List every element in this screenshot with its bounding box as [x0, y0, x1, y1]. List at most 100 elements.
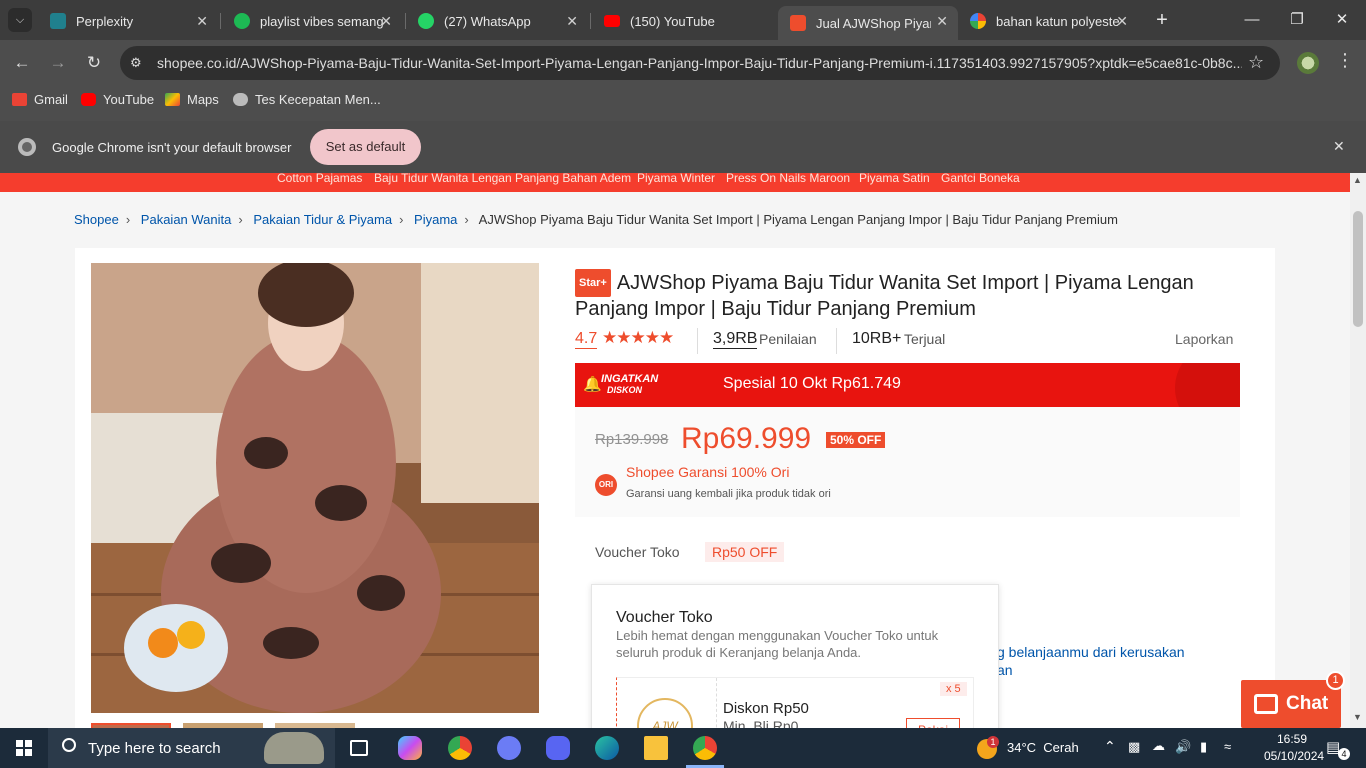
clock-time[interactable]: 16:59 — [1277, 732, 1307, 746]
app-icon[interactable] — [497, 736, 521, 760]
close-icon[interactable]: ✕ — [196, 13, 208, 30]
voucher-popover-title: Voucher Toko — [616, 609, 713, 626]
bookmark-youtube[interactable]: YouTube — [81, 92, 154, 107]
menu-icon[interactable]: ⋮ — [1336, 50, 1354, 71]
scroll-down-icon[interactable]: ▼ — [1353, 712, 1362, 722]
tab-title: Perplexity — [76, 13, 134, 29]
flash-sale-text: Spesial 10 Okt Rp61.749 — [723, 375, 901, 392]
chrome-taskbar-icon[interactable] — [448, 736, 472, 760]
scroll-up-icon[interactable]: ▲ — [1353, 175, 1362, 185]
close-icon[interactable]: ✕ — [380, 13, 392, 30]
back-button[interactable]: ← — [9, 50, 35, 76]
bookmarks-bar: Gmail YouTube Maps Tes Kecepatan Men... — [0, 86, 1366, 114]
current-price: Rp69.999 — [681, 422, 812, 455]
sold-count: 10RB+ — [852, 330, 902, 347]
header-link[interactable]: Press On Nails Maroon — [726, 171, 850, 185]
breadcrumb: Shopee › Pakaian Wanita › Pakaian Tidur & … — [74, 212, 1118, 227]
tab-title: playlist vibes semang — [260, 13, 384, 29]
product-title-text: AJWShop Piyama Baju Tidur Wanita Set Imp… — [575, 272, 1194, 320]
weather-text[interactable]: 34°C Cerah — [1007, 740, 1079, 755]
copilot-icon[interactable] — [398, 736, 422, 760]
spotify-icon — [234, 13, 250, 29]
globe-icon — [233, 93, 248, 106]
volume-icon[interactable]: 🔊 — [1175, 739, 1191, 755]
close-icon[interactable]: ✕ — [936, 13, 948, 30]
wifi-icon[interactable]: ≈ — [1224, 739, 1231, 754]
breadcrumb-link[interactable]: Pakaian Tidur & Piyama — [253, 212, 392, 227]
guarantee-title[interactable]: Shopee Garansi 100% Ori — [626, 464, 789, 480]
page-scrollbar[interactable]: ▲ ▼ — [1350, 173, 1366, 728]
whatsapp-icon — [418, 13, 434, 29]
breadcrumb-link[interactable]: Shopee — [74, 212, 119, 227]
start-button[interactable] — [0, 728, 48, 768]
new-tab-button[interactable]: + — [1150, 8, 1174, 32]
tab-search-button[interactable]: ⌵ — [8, 8, 32, 32]
rating-value[interactable]: 4.7 — [575, 330, 598, 349]
youtube-icon — [81, 93, 96, 106]
chat-button[interactable]: Chat 1 — [1241, 671, 1345, 728]
windows-taskbar: Type here to search 1 34°C Cerah ⌃ ▩ ☁ 🔊… — [0, 728, 1366, 768]
report-link[interactable]: Laporkan — [1175, 331, 1233, 347]
task-view-icon[interactable] — [350, 740, 368, 756]
battery-icon[interactable]: ▮ — [1200, 739, 1207, 755]
gmail-icon — [12, 93, 27, 106]
protection-text-2[interactable]: an — [997, 662, 1013, 678]
breadcrumb-link[interactable]: Pakaian Wanita — [141, 212, 232, 227]
taskbar-search[interactable]: Type here to search — [48, 728, 335, 768]
voucher-label: Voucher Toko — [595, 544, 680, 560]
discord-icon[interactable] — [546, 736, 570, 760]
restore-button[interactable]: ❐ — [1277, 8, 1317, 32]
header-link[interactable]: Baju Tidur Wanita Lengan Panjang Bahan A… — [374, 171, 631, 185]
reviews-count[interactable]: 3,9RB — [713, 330, 758, 349]
youtube-icon — [604, 15, 620, 27]
cloud-icon[interactable]: ☁ — [1152, 738, 1165, 754]
set-default-button[interactable]: Set as default — [310, 129, 421, 165]
scrollbar-thumb[interactable] — [1353, 211, 1363, 327]
tab-whatsapp[interactable]: (27) WhatsApp ✕ — [406, 6, 588, 36]
voucher-popover-description: Lebih hemat dengan menggunakan Voucher T… — [616, 628, 939, 660]
minimize-button[interactable]: — — [1232, 8, 1272, 32]
tab-perplexity[interactable]: Perplexity ✕ — [38, 6, 218, 36]
google-icon — [970, 13, 986, 29]
bookmark-gmail[interactable]: Gmail — [12, 92, 68, 107]
breadcrumb-link[interactable]: Piyama — [414, 212, 457, 227]
chat-label: Chat — [1286, 693, 1329, 714]
ingatkan-diskon-badge[interactable]: 🔔 INGATKAN DISKON — [583, 373, 667, 399]
product-image[interactable] — [91, 263, 539, 713]
header-link[interactable]: Piyama Satin — [859, 171, 930, 185]
tab-shopee[interactable]: Jual AJWShop Piyama ✕ — [778, 6, 958, 40]
bookmark-star-icon[interactable]: ☆ — [1248, 52, 1264, 73]
forward-button[interactable]: → — [45, 50, 71, 76]
browser-toolbar: ← → ↻ ⚙ shopee.co.id/AJWShop-Piyama-Baju… — [0, 40, 1366, 86]
search-placeholder: Type here to search — [88, 740, 221, 757]
protection-text[interactable]: g belanjaanmu dari kerusakan — [997, 644, 1185, 660]
profile-avatar[interactable] — [1297, 52, 1319, 74]
site-info-icon[interactable]: ⚙ — [130, 55, 146, 71]
flash-sale-banner: 🔔 INGATKAN DISKON Spesial 10 Okt Rp61.74… — [575, 363, 1240, 407]
tab-google[interactable]: bahan katun polyeste ✕ — [958, 6, 1138, 36]
network-icon[interactable]: ▩ — [1128, 739, 1140, 755]
bookmark-speedtest[interactable]: Tes Kecepatan Men... — [233, 92, 381, 107]
voucher-chip[interactable]: Rp50 OFF — [705, 542, 785, 562]
window-close-button[interactable]: ✕ — [1322, 8, 1362, 32]
header-link[interactable]: Cotton Pajamas — [277, 171, 362, 185]
tab-youtube[interactable]: (150) YouTube — [592, 6, 772, 36]
close-icon[interactable]: ✕ — [566, 13, 578, 30]
breadcrumb-current: AJWShop Piyama Baju Tidur Wanita Set Imp… — [478, 212, 1118, 227]
header-link[interactable]: Gantci Boneka — [941, 171, 1020, 185]
bookmark-maps[interactable]: Maps — [165, 92, 219, 107]
infobar-close-icon[interactable]: ✕ — [1333, 138, 1345, 155]
tab-spotify[interactable]: playlist vibes semang ✕ — [222, 6, 402, 36]
price-box: Rp139.998 Rp69.999 50% OFF ORI Shopee Ga… — [575, 407, 1240, 517]
file-explorer-icon[interactable] — [644, 736, 668, 760]
close-icon[interactable]: ✕ — [1116, 13, 1128, 30]
header-link[interactable]: Piyama Winter — [637, 171, 715, 185]
reload-button[interactable]: ↻ — [81, 50, 107, 76]
edge-icon[interactable] — [595, 736, 619, 760]
clock-date[interactable]: 05/10/2024 — [1264, 749, 1324, 763]
sold-label: Terjual — [904, 331, 946, 347]
tab-title: (150) YouTube — [630, 13, 715, 29]
tray-chevron-icon[interactable]: ⌃ — [1104, 738, 1116, 755]
address-bar[interactable]: ⚙ shopee.co.id/AJWShop-Piyama-Baju-Tidur… — [120, 46, 1280, 80]
chrome-active-icon[interactable] — [693, 736, 717, 760]
